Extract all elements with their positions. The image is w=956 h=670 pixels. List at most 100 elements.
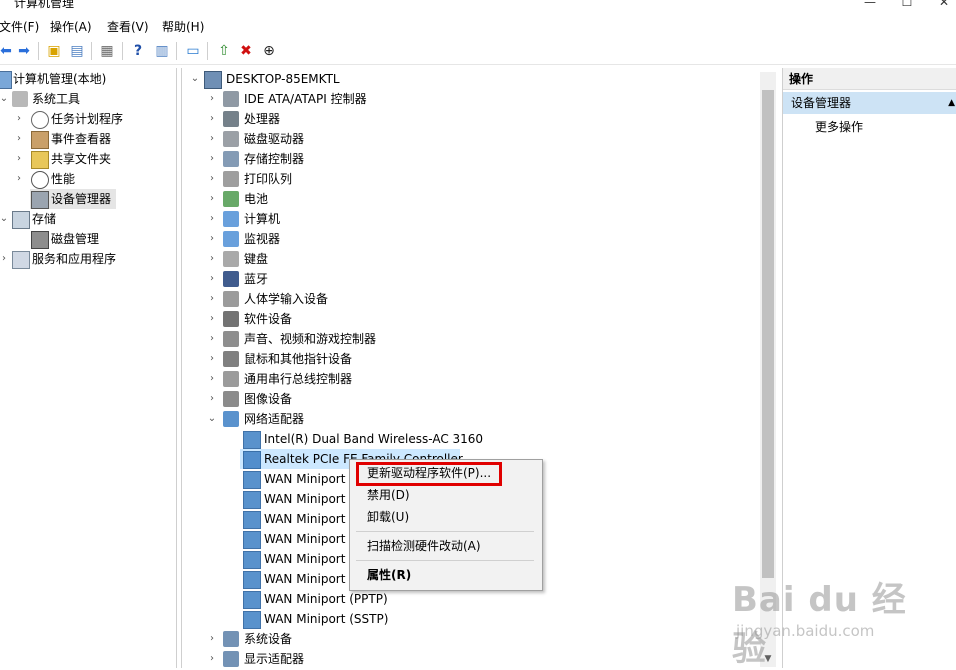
chevron-right-icon[interactable]: › [206, 329, 218, 349]
device-category-3[interactable]: › 存储控制器 [182, 149, 762, 169]
chevron-right-icon[interactable]: › [206, 269, 218, 289]
device-category-6[interactable]: › 计算机 [182, 209, 762, 229]
tree-item-shared-folders[interactable]: › 共享文件夹 [0, 149, 176, 169]
chevron-right-icon[interactable]: › [0, 249, 10, 269]
update-driver-button[interactable]: ⇧ [214, 41, 234, 61]
device-category-8[interactable]: › 键盘 [182, 249, 762, 269]
menu-help[interactable]: 帮助(H) [159, 17, 207, 36]
update-driver-icon: ⇧ [218, 43, 230, 59]
menu-view[interactable]: 查看(V) [104, 17, 152, 36]
menu-scan-hardware[interactable]: 扫描检测硬件改动(A) [367, 536, 481, 556]
menu-disable[interactable]: 禁用(D) [367, 485, 410, 505]
clock-icon [31, 111, 49, 129]
chevron-right-icon[interactable]: › [206, 209, 218, 229]
device-category-after-1[interactable]: › 显示适配器 [182, 649, 762, 668]
chevron-down-icon[interactable]: ⌄ [206, 409, 218, 429]
tree-item-task-scheduler[interactable]: › 任务计划程序 [0, 109, 176, 129]
chevron-down-icon[interactable]: ⌄ [0, 209, 10, 229]
chevron-right-icon[interactable]: › [206, 149, 218, 169]
up-button[interactable]: ▣ [44, 41, 64, 61]
device-category-after-0[interactable]: › 系统设备 [182, 629, 762, 649]
chevron-right-icon[interactable]: › [13, 109, 25, 129]
menu-file[interactable]: 文件(F) [0, 17, 42, 36]
enable-device-button[interactable]: ⊕ [259, 41, 279, 61]
chevron-right-icon[interactable]: › [206, 369, 218, 389]
forward-button[interactable]: ➡ [14, 41, 34, 61]
device-category-12[interactable]: › 声音、视频和游戏控制器 [182, 329, 762, 349]
scrollbar-thumb[interactable] [762, 90, 774, 578]
storage-icon [12, 211, 30, 229]
device-category-15[interactable]: › 图像设备 [182, 389, 762, 409]
chevron-down-icon[interactable]: ⌄ [189, 69, 201, 89]
device-category-13[interactable]: › 鼠标和其他指针设备 [182, 349, 762, 369]
chevron-right-icon[interactable]: › [206, 109, 218, 129]
chevron-right-icon[interactable]: › [206, 629, 218, 649]
network-adapter-icon [243, 611, 261, 629]
network-adapter-8[interactable]: WAN Miniport (PPTP) [182, 589, 762, 609]
tree-item-performance[interactable]: › 性能 [0, 169, 176, 189]
chevron-right-icon[interactable]: › [206, 289, 218, 309]
device-category-16[interactable]: ⌄ 网络适配器 [182, 409, 762, 429]
chevron-right-icon[interactable]: › [13, 149, 25, 169]
tree-item-system-tools[interactable]: ⌄ 系统工具 [0, 89, 176, 109]
properties-button[interactable]: ▦ [97, 41, 117, 61]
help-button[interactable]: ? [128, 41, 148, 61]
device-category-14[interactable]: › 通用串行总线控制器 [182, 369, 762, 389]
tree-item-device-manager[interactable]: 设备管理器 [0, 189, 176, 209]
chevron-right-icon[interactable]: › [206, 189, 218, 209]
menu-action[interactable]: 操作(A) [47, 17, 95, 36]
menu-uninstall[interactable]: 卸载(U) [367, 507, 409, 527]
maximize-button[interactable]: ☐ [897, 0, 917, 9]
collapse-arrow-icon[interactable]: ▲ [948, 92, 955, 114]
menu-update-driver[interactable]: 更新驱动程序软件(P)... [367, 463, 491, 483]
watermark-brand: Bai du 经验 [732, 580, 907, 669]
chevron-right-icon[interactable]: › [206, 249, 218, 269]
scan-hardware-button[interactable]: ▭ [183, 41, 203, 61]
tree-item-root[interactable]: 计算机管理(本地) [0, 69, 176, 89]
chevron-right-icon[interactable]: › [206, 649, 218, 668]
uninstall-x-icon: ✖ [240, 43, 252, 59]
device-category-1[interactable]: › 处理器 [182, 109, 762, 129]
network-adapter-0[interactable]: Intel(R) Dual Band Wireless-AC 3160 [182, 429, 762, 449]
device-category-7[interactable]: › 监视器 [182, 229, 762, 249]
device-category-9[interactable]: › 蓝牙 [182, 269, 762, 289]
action-pane-button[interactable]: ▥ [152, 41, 172, 61]
device-category-11[interactable]: › 软件设备 [182, 309, 762, 329]
minimize-button[interactable]: — [860, 0, 880, 9]
chevron-right-icon[interactable]: › [206, 169, 218, 189]
more-actions-link[interactable]: 更多操作 [815, 118, 863, 136]
device-category-0[interactable]: › IDE ATA/ATAPI 控制器 [182, 89, 762, 109]
tree-item-event-viewer[interactable]: › 事件查看器 [0, 129, 176, 149]
chevron-right-icon[interactable]: › [206, 229, 218, 249]
device-category-10[interactable]: › 人体学输入设备 [182, 289, 762, 309]
tree-item-disk-management[interactable]: 磁盘管理 [0, 229, 176, 249]
menu-properties[interactable]: 属性(R) [367, 565, 411, 585]
close-button[interactable]: ✕ [934, 0, 954, 9]
network-adapter-icon [243, 591, 261, 609]
device-category-5[interactable]: › 电池 [182, 189, 762, 209]
network-adapter-9[interactable]: WAN Miniport (SSTP) [182, 609, 762, 629]
processor-icon [223, 111, 239, 127]
show-tree-button[interactable]: ▤ [67, 41, 87, 61]
chevron-right-icon[interactable]: › [13, 129, 25, 149]
tree-item-services-apps[interactable]: › 服务和应用程序 [0, 249, 176, 269]
device-root[interactable]: ⌄ DESKTOP-85EMKTL [182, 69, 762, 89]
computer-icon [204, 71, 222, 89]
network-adapter-icon [243, 431, 261, 449]
chevron-right-icon[interactable]: › [206, 389, 218, 409]
battery-icon [223, 191, 239, 207]
chevron-right-icon[interactable]: › [206, 129, 218, 149]
chevron-down-icon[interactable]: ⌄ [0, 89, 10, 109]
chevron-right-icon[interactable]: › [206, 309, 218, 329]
tree-item-storage[interactable]: ⌄ 存储 [0, 209, 176, 229]
network-adapter-icon [223, 411, 239, 427]
shared-folder-icon [31, 151, 49, 169]
chevron-right-icon[interactable]: › [206, 89, 218, 109]
chevron-right-icon[interactable]: › [13, 169, 25, 189]
chevron-right-icon[interactable]: › [206, 349, 218, 369]
uninstall-button[interactable]: ✖ [236, 41, 256, 61]
device-category-2[interactable]: › 磁盘驱动器 [182, 129, 762, 149]
device-category-4[interactable]: › 打印队列 [182, 169, 762, 189]
printer-icon [223, 171, 239, 187]
actions-section-device-manager[interactable]: 设备管理器 ▲ [783, 92, 956, 114]
